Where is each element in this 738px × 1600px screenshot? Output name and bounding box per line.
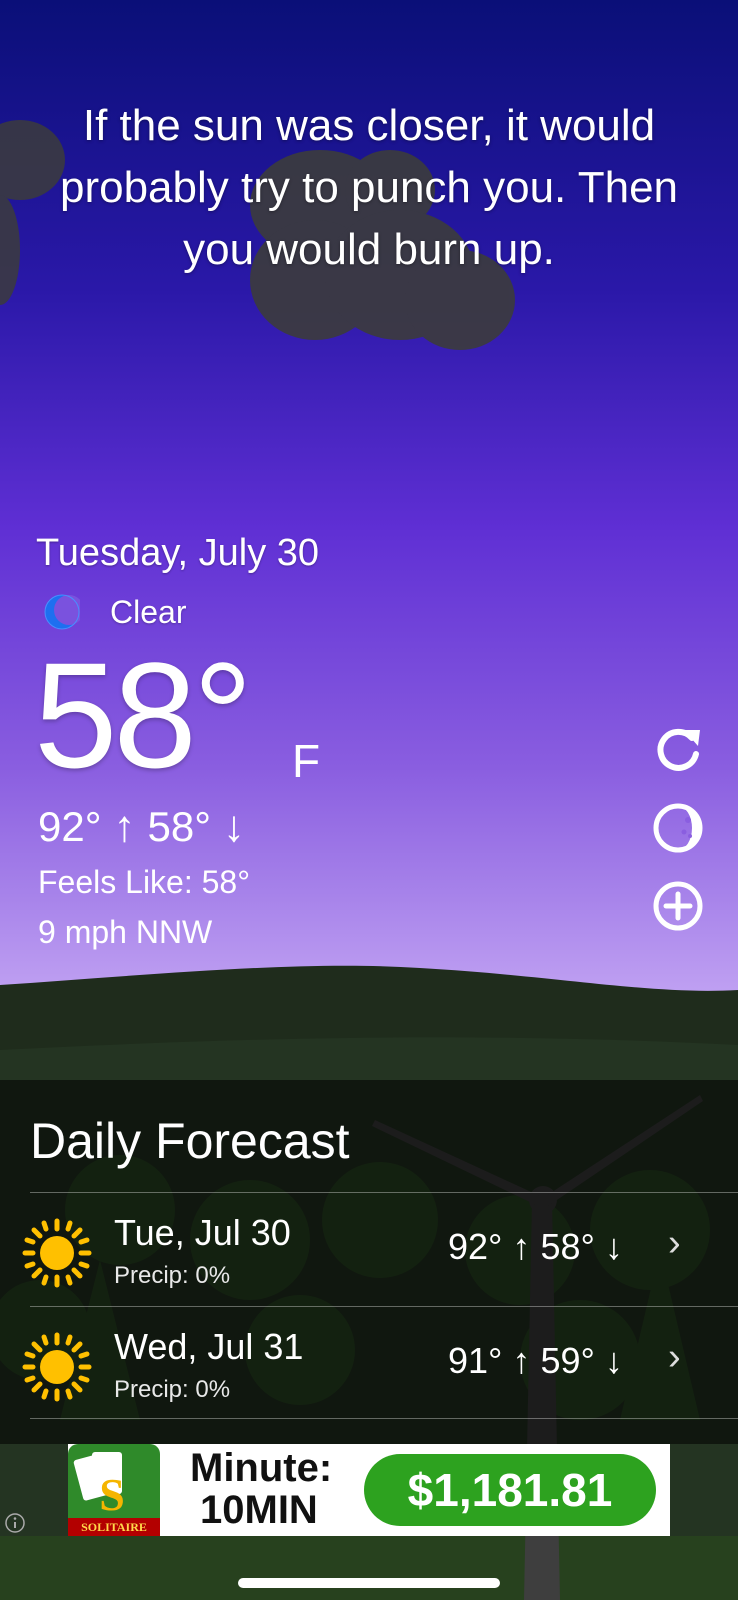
forecast-precip: Precip: 0% [114, 1376, 231, 1403]
up-arrow-icon: ↑ [512, 1226, 531, 1267]
forecast-row[interactable]: Tue, Jul 30 Precip: 0% 92° ↑ 58° ↓ › [0, 1194, 738, 1306]
chevron-right-icon: › [668, 1222, 681, 1264]
down-arrow-icon: ↓ [223, 802, 246, 851]
forecast-low: 59° [540, 1340, 595, 1381]
divider [30, 1418, 738, 1419]
current-temperature: 58° [34, 631, 253, 799]
refresh-icon [657, 728, 700, 771]
high-low: 92° ↑ 58° ↓ [38, 802, 245, 852]
moon-icon [44, 594, 80, 630]
temperature-unit[interactable]: F [292, 734, 320, 788]
forecast-day: Wed, Jul 31 [114, 1326, 304, 1367]
condition-label: Clear [110, 593, 187, 630]
add-location-button[interactable] [650, 878, 706, 934]
up-arrow-icon: ↑ [512, 1340, 531, 1381]
ad-amount-button[interactable]: $1,181.81 [364, 1454, 656, 1526]
current-date: Tuesday, July 30 [36, 532, 320, 574]
down-arrow-icon: ↓ [604, 1340, 623, 1381]
wind-info: 9 mph NNW [38, 914, 213, 950]
theme-button[interactable] [650, 800, 706, 856]
forecast-high: 91° [448, 1340, 503, 1381]
forecast-range: 92° ↑ 58° ↓ [448, 1226, 623, 1268]
info-icon[interactable] [4, 1512, 26, 1534]
forecast-high: 92° [448, 1226, 503, 1267]
ad-line2: 10MIN [200, 1488, 318, 1532]
home-indicator[interactable] [238, 1578, 500, 1588]
forecast-precip: Precip: 0% [114, 1262, 231, 1289]
forecast-low: 58° [540, 1226, 595, 1267]
high-temp: 92° [38, 803, 102, 850]
ground [0, 1536, 738, 1600]
svg-text:S: S [99, 1469, 125, 1520]
forecast-day: Tue, Jul 30 [114, 1212, 291, 1253]
low-temp: 58° [147, 803, 212, 850]
moon-phase-icon [653, 803, 703, 853]
refresh-button[interactable] [650, 722, 706, 778]
ad-brand: SOLITAIRE [68, 1518, 160, 1536]
ad-line1: Minute: [190, 1446, 333, 1490]
forecast-range: 91° ↑ 59° ↓ [448, 1340, 623, 1382]
weather-quote: If the sun was closer, it would probably… [59, 101, 679, 274]
add-location-icon [653, 881, 703, 931]
daily-forecast-title: Daily Forecast [30, 1113, 350, 1169]
chevron-right-icon: › [668, 1336, 681, 1378]
forecast-row[interactable]: Wed, Jul 31 Precip: 0% 91° ↑ 59° ↓ › [0, 1308, 738, 1420]
up-arrow-icon: ↑ [113, 802, 136, 851]
sun-icon [22, 1332, 92, 1402]
sun-icon [22, 1218, 92, 1288]
condition-row: Clear [44, 590, 186, 634]
divider [30, 1306, 738, 1307]
down-arrow-icon: ↓ [604, 1226, 623, 1267]
ad-banner[interactable]: S SOLITAIRE Minute: 10MIN $1,181.81 [68, 1444, 670, 1536]
divider [30, 1192, 738, 1193]
feels-like: Feels Like: 58° [38, 864, 251, 900]
